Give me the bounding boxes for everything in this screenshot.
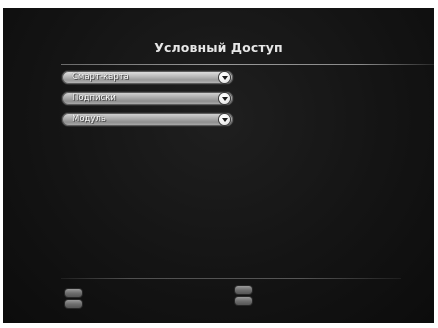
- osd-screen: Условный Доступ Смарт-карта Подписки Мод…: [3, 8, 434, 323]
- menu-item-label: Модуль: [72, 114, 106, 124]
- chevron-down-icon[interactable]: [219, 93, 230, 104]
- menu-item-subscriptions[interactable]: Подписки: [62, 92, 233, 105]
- footer-divider: [61, 278, 401, 279]
- color-key-icon: [235, 286, 252, 306]
- chevron-down-icon[interactable]: [219, 114, 230, 125]
- conditional-access-menu: Смарт-карта Подписки Модуль: [62, 71, 233, 134]
- menu-item-label: Смарт-карта: [72, 72, 129, 82]
- title-divider: [61, 64, 434, 65]
- menu-item-module[interactable]: Модуль: [62, 113, 233, 126]
- chevron-down-icon[interactable]: [219, 72, 230, 83]
- color-key-icon: [65, 289, 82, 309]
- menu-item-smart-card[interactable]: Смарт-карта: [62, 71, 233, 84]
- page-title: Условный Доступ: [154, 40, 283, 55]
- menu-item-label: Подписки: [72, 93, 116, 103]
